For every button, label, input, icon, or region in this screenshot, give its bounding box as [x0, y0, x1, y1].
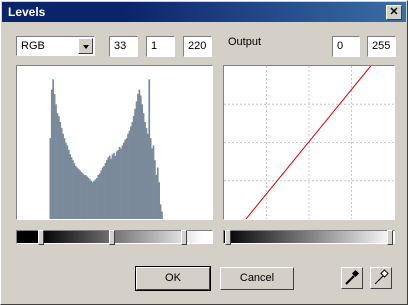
channel-select[interactable]: RGB — [16, 36, 95, 56]
close-button[interactable]: ✕ — [386, 5, 402, 20]
black-eyedropper-button[interactable] — [341, 267, 363, 289]
ok-button[interactable]: OK — [135, 266, 211, 291]
input-white-field[interactable]: 220 — [183, 36, 212, 57]
output-white-field[interactable]: 255 — [367, 36, 396, 57]
output-levels-slider[interactable] — [223, 230, 395, 245]
histogram-panel — [16, 65, 213, 220]
chevron-down-icon[interactable] — [78, 38, 93, 54]
close-icon: ✕ — [389, 6, 399, 18]
input-gamma-field[interactable]: 1 — [146, 36, 175, 57]
white-eyedropper-button[interactable] — [370, 267, 392, 289]
output-black-thumb[interactable] — [225, 230, 231, 245]
input-white-thumb[interactable] — [181, 230, 187, 245]
levels-dialog: Levels ✕ RGB 33 1 220 Output 0 255 OK Ca… — [0, 0, 408, 305]
output-curve-chart — [224, 65, 394, 220]
input-gamma-thumb[interactable] — [109, 230, 115, 245]
output-black-field[interactable]: 0 — [332, 36, 360, 57]
histogram-chart — [49, 79, 163, 219]
channel-value: RGB — [21, 40, 45, 52]
output-label: Output — [228, 36, 262, 48]
black-eyedropper-icon — [345, 269, 360, 285]
output-curve-panel — [223, 65, 395, 220]
window-title: Levels — [8, 5, 46, 19]
input-levels-slider[interactable] — [16, 230, 213, 245]
output-white-thumb[interactable] — [387, 230, 393, 245]
title-bar[interactable]: Levels ✕ — [2, 2, 406, 22]
input-black-thumb[interactable] — [38, 230, 44, 245]
histogram-bar — [161, 211, 163, 219]
white-eyedropper-icon — [374, 269, 389, 285]
cancel-button[interactable]: Cancel — [220, 267, 294, 290]
input-black-field[interactable]: 33 — [109, 36, 138, 57]
